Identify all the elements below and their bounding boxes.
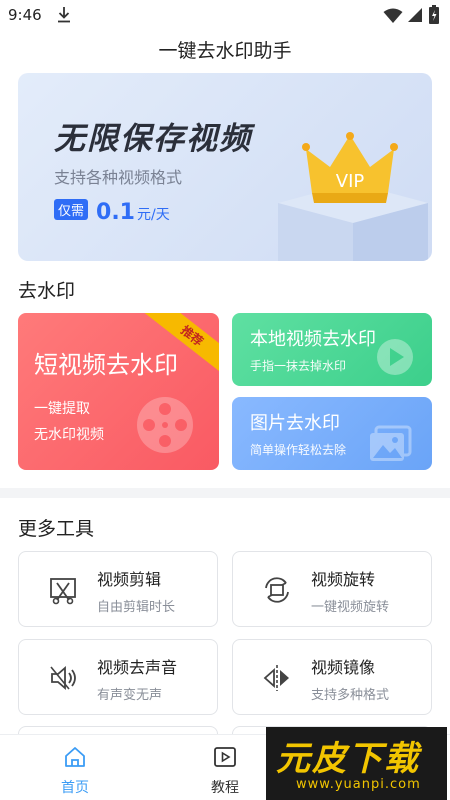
price-tag: 仅需 <box>54 199 89 220</box>
tool-video-mute[interactable]: 视频去声音 有声变无声 <box>18 639 218 715</box>
card-subtitle: 简单操作轻松去除 <box>250 443 347 457</box>
status-time: 9:46 <box>8 6 42 24</box>
mirror-icon <box>263 665 289 691</box>
card-line1: 一键提取 <box>34 401 90 417</box>
watermark-logo-text: 元皮下载 <box>276 739 420 779</box>
video-play-icon <box>214 747 236 767</box>
battery-icon <box>429 5 439 24</box>
site-watermark: 元皮下载 www.yuanpi.com <box>266 727 447 800</box>
tool-name: 视频剪辑 <box>97 570 162 589</box>
price-row: 仅需 0.1 元/天 <box>54 199 170 230</box>
play-icon <box>377 339 413 375</box>
card-title: 短视频去水印 <box>34 351 178 379</box>
card-title: 本地视频去水印 <box>250 329 376 350</box>
tool-name: 视频去声音 <box>97 658 178 677</box>
section-divider <box>0 488 450 498</box>
vip-banner[interactable]: VIP 无限保存视频 支持各种视频格式 仅需 0.1 元/天 <box>18 73 432 261</box>
image-icon <box>370 425 412 461</box>
download-icon <box>58 7 70 23</box>
rotate-icon <box>265 577 289 603</box>
vip-badge-text: VIP <box>336 171 365 192</box>
vip-crown-icon: VIP <box>302 132 398 203</box>
speaker-mute-icon <box>50 666 76 690</box>
tool-video-rotate[interactable]: 视频旋转 一键视频旋转 <box>232 551 432 627</box>
card-title: 图片去水印 <box>250 413 340 434</box>
price-unit: 元/天 <box>137 207 170 223</box>
card-subtitle: 手指一抹去掉水印 <box>250 359 347 373</box>
nav-tutorial-label: 教程 <box>211 780 239 796</box>
nav-tutorial[interactable]: 教程 <box>175 735 275 800</box>
nav-home-label: 首页 <box>61 780 89 796</box>
section-title-tools: 更多工具 <box>18 518 95 540</box>
signal-icon <box>408 8 422 22</box>
card-line2: 无水印视频 <box>34 427 104 443</box>
banner-title: 无限保存视频 <box>54 121 252 157</box>
watermark-url: www.yuanpi.com <box>296 777 421 792</box>
banner-subtitle: 支持各种视频格式 <box>54 168 183 187</box>
tool-desc: 一键视频旋转 <box>311 600 390 615</box>
status-bar: 9:46 <box>0 0 450 32</box>
home-icon <box>65 747 85 767</box>
wifi-icon <box>383 8 403 23</box>
scissors-icon <box>50 578 76 605</box>
image-watermark-card[interactable]: 图片去水印 简单操作轻松去除 <box>232 397 432 470</box>
nav-home[interactable]: 首页 <box>25 735 125 800</box>
tool-video-cut[interactable]: 视频剪辑 自由剪辑时长 <box>18 551 218 627</box>
film-reel-icon <box>137 397 193 453</box>
tool-desc: 支持多种格式 <box>311 688 390 703</box>
app-title: 一键去水印助手 <box>158 40 292 62</box>
short-video-watermark-card[interactable]: 推荐 短视频去水印 一键提取 无水印视频 <box>18 313 219 470</box>
tool-video-mirror[interactable]: 视频镜像 支持多种格式 <box>232 639 432 715</box>
tool-desc: 自由剪辑时长 <box>97 600 176 615</box>
tool-name: 视频旋转 <box>311 570 376 589</box>
tool-desc: 有声变无声 <box>97 688 163 703</box>
price-value: 0.1 <box>96 200 135 225</box>
tool-name: 视频镜像 <box>311 658 376 677</box>
local-video-watermark-card[interactable]: 本地视频去水印 手指一抹去掉水印 <box>232 313 432 386</box>
section-title-watermark: 去水印 <box>18 280 76 302</box>
